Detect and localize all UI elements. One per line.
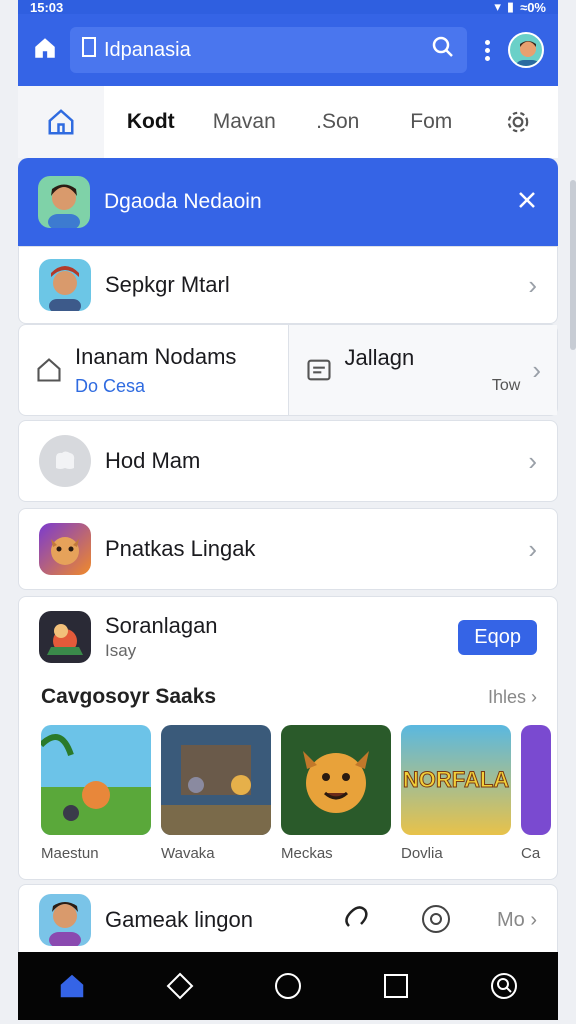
list-item-sepkgr[interactable]: Sepkgr Mtarl › xyxy=(18,246,558,324)
link-icon[interactable] xyxy=(339,900,375,941)
game-name: Meckas xyxy=(281,845,333,862)
gear-icon xyxy=(507,111,529,133)
camera-icon[interactable] xyxy=(419,901,453,940)
see-more-label: Ihles xyxy=(487,686,526,707)
wifi-icon: ▾ xyxy=(494,0,501,14)
more-label: Mo xyxy=(496,908,525,931)
promo-banner[interactable]: Dgaoda Nedaoin xyxy=(18,158,558,246)
tab-fom[interactable]: Fom xyxy=(385,110,479,134)
tab-bar: Kodt Mavan .Son Fom xyxy=(18,86,558,158)
row-app-icon xyxy=(39,523,91,575)
banner-avatar xyxy=(38,176,90,228)
nav-recents[interactable] xyxy=(371,961,421,1011)
banner-title: Dgaoda Nedaoin xyxy=(104,190,262,213)
nav-home[interactable] xyxy=(47,961,97,1011)
search-icon[interactable] xyxy=(431,35,455,65)
tab-son[interactable]: .Son xyxy=(291,110,385,134)
nav-search[interactable] xyxy=(479,961,529,1011)
game-thumbnail xyxy=(281,725,391,835)
close-icon[interactable] xyxy=(516,189,538,216)
scrollbar[interactable] xyxy=(570,180,576,350)
bookmark-icon xyxy=(82,37,96,63)
tab-home[interactable] xyxy=(18,86,104,158)
split-right-item[interactable]: Jallagn Tow › xyxy=(287,325,557,415)
game-carousel: Maestun Wavaka Meckas NORFALA Dovlia Ca xyxy=(19,725,557,862)
settings-tab[interactable] xyxy=(478,109,558,135)
featured-app-icon xyxy=(39,611,91,663)
featured-action-button[interactable]: Eqop xyxy=(458,619,537,655)
game-art-title: NORFALA xyxy=(402,767,510,793)
split-card: Inanam Nodams Do Cesa Jallagn Tow › xyxy=(18,324,558,416)
more-link[interactable]: Mo › xyxy=(497,909,537,932)
nav-diamond[interactable] xyxy=(155,961,205,1011)
game-name: Dovlia xyxy=(401,845,443,862)
status-right-text: ≈0% xyxy=(520,0,546,15)
game-name: Maestun xyxy=(41,845,99,862)
search-icon xyxy=(491,973,517,999)
chevron-right-icon: › xyxy=(528,445,537,476)
bottom-card[interactable]: Gameak lingon Mo › xyxy=(18,884,558,956)
game-card[interactable]: Ca xyxy=(521,725,551,862)
bottom-nav xyxy=(18,952,558,1020)
bottom-avatar xyxy=(39,894,91,946)
diamond-icon xyxy=(166,972,194,1000)
square-icon xyxy=(384,974,408,998)
document-icon xyxy=(306,359,331,381)
game-thumbnail xyxy=(521,725,551,835)
list-item-label: Sepkgr Mtarl xyxy=(105,272,230,297)
home-icon[interactable] xyxy=(32,35,58,66)
game-thumbnail: NORFALA xyxy=(401,725,511,835)
status-icons: ▾ ▮ ≈0% xyxy=(494,0,546,15)
status-bar: 15:03 ▾ ▮ ≈0% xyxy=(18,0,558,15)
game-card[interactable]: Wavaka xyxy=(161,725,271,862)
chevron-right-icon: › xyxy=(528,533,537,564)
nav-home-button[interactable] xyxy=(263,961,313,1011)
home-outline-icon xyxy=(37,358,61,382)
row-avatar xyxy=(39,259,91,311)
list-item-hod[interactable]: Hod Mam › xyxy=(18,420,558,502)
game-thumbnail xyxy=(41,725,151,835)
game-card[interactable]: Meckas xyxy=(281,725,391,862)
game-name: Ca xyxy=(521,845,541,862)
avatar[interactable] xyxy=(508,32,544,68)
tab-kodt[interactable]: Kodt xyxy=(104,110,198,134)
bottom-card-label: Gameak lingon xyxy=(105,907,253,932)
circle-icon xyxy=(275,973,301,999)
game-card[interactable]: NORFALA Dovlia xyxy=(401,725,511,862)
list-item-label: Pnatkas Lingak xyxy=(105,536,256,561)
search-bar[interactable]: Idpanasia xyxy=(70,27,467,73)
game-thumbnail xyxy=(161,725,271,835)
split-left-sub[interactable]: Do Cesa xyxy=(75,376,236,397)
list-item-pnatkas[interactable]: Pnatkas Lingak › xyxy=(18,508,558,590)
split-right-sub: Tow xyxy=(491,377,521,394)
featured-sub: Isay xyxy=(105,641,137,660)
game-card[interactable]: Maestun xyxy=(41,725,151,862)
featured-name: Soranlagan xyxy=(105,613,218,638)
game-name: Wavaka xyxy=(161,845,215,862)
search-input[interactable]: Idpanasia xyxy=(104,39,423,62)
chevron-right-icon: › xyxy=(532,354,541,385)
chevron-right-icon: › xyxy=(526,686,537,707)
see-more-link[interactable]: Ihles › xyxy=(488,687,537,708)
section-title: Cavgosoyr Saaks xyxy=(41,685,217,708)
chevron-right-icon: › xyxy=(524,908,537,931)
chevron-right-icon: › xyxy=(528,269,537,300)
featured-card: Soranlagan Isay Eqop Cavgosoyr Saaks Ihl… xyxy=(18,596,558,880)
placeholder-avatar-icon xyxy=(39,435,91,487)
app-bar: Idpanasia xyxy=(18,14,558,86)
battery-icon: ▮ xyxy=(506,0,515,14)
split-left-title: Inanam Nodams xyxy=(75,343,237,369)
status-time: 15:03 xyxy=(30,0,64,15)
split-left-item[interactable]: Inanam Nodams Do Cesa xyxy=(19,325,288,415)
home-icon xyxy=(60,974,84,998)
tab-mavan[interactable]: Mavan xyxy=(198,110,292,134)
home-outline-icon xyxy=(48,109,74,135)
split-right-title: Jallagn xyxy=(344,345,415,370)
list-item-label: Hod Mam xyxy=(105,448,201,473)
overflow-menu-icon[interactable] xyxy=(479,39,496,61)
